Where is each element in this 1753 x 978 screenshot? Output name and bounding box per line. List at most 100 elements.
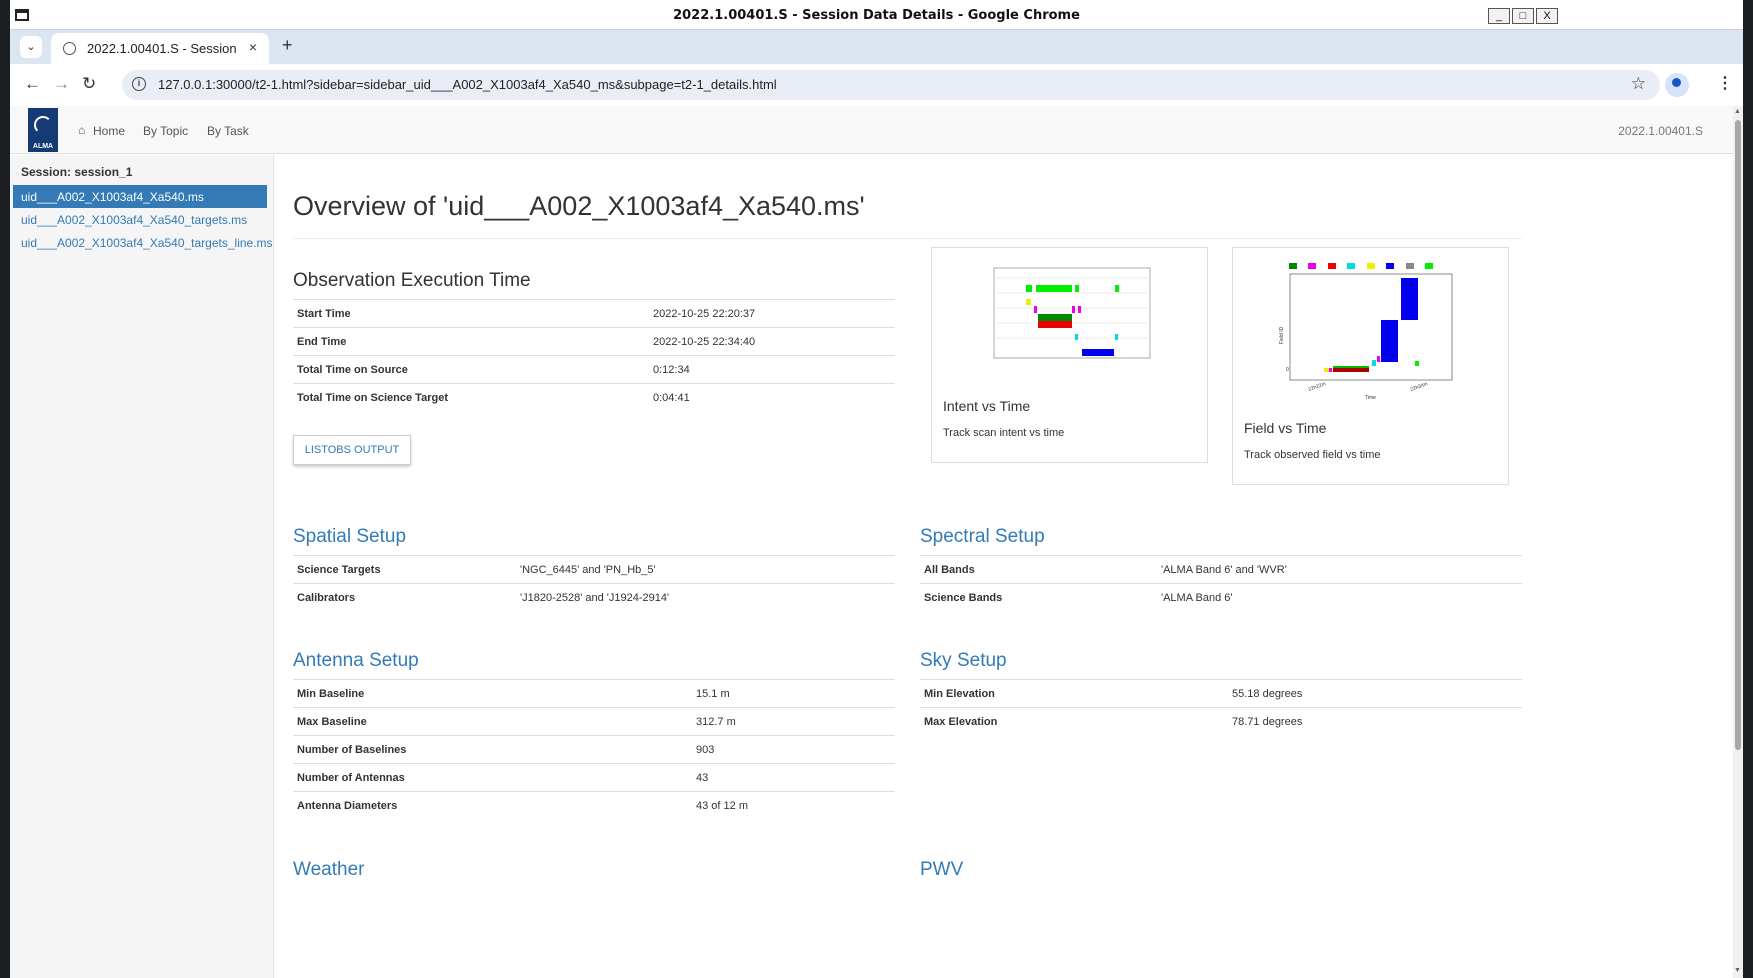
- browser-window: 2022.1.00401.S - Session Data Details - …: [10, 0, 1743, 978]
- scroll-down-icon[interactable]: ▼: [1734, 967, 1741, 974]
- row-value: 2022-10-25 22:34:40: [649, 327, 895, 356]
- title-divider: [293, 238, 1522, 239]
- home-icon: ⌂: [78, 123, 86, 137]
- row-value: 0:12:34: [649, 355, 895, 384]
- browser-toolbar: ← → ↻ i 127.0.0.1:30000/t2-1.html?sideba…: [10, 64, 1743, 106]
- intent-card-description: Track scan intent vs time: [943, 427, 1065, 439]
- top-navbar: ALMA ⌂ Home By Topic By Task 2022.1.0040…: [10, 106, 1733, 154]
- new-tab-button[interactable]: +: [282, 35, 293, 56]
- site-info-icon[interactable]: i: [132, 77, 146, 91]
- row-key: Max Baseline: [293, 707, 692, 736]
- row-value: 0:04:41: [649, 383, 895, 412]
- sidebar-item-targets-ms[interactable]: uid___A002_X1003af4_Xa540_targets.ms: [13, 208, 267, 231]
- antenna-setup-title[interactable]: Antenna Setup: [293, 650, 419, 672]
- page-title: Overview of 'uid___A002_X1003af4_Xa540.m…: [293, 191, 865, 221]
- url-text[interactable]: 127.0.0.1:30000/t2-1.html?sidebar=sideba…: [158, 77, 777, 92]
- field-plot-tick-right: 22h34m: [1410, 381, 1429, 393]
- page-scrollbar[interactable]: ▲ ▼: [1733, 106, 1743, 978]
- row-value: 43 of 12 m: [692, 791, 895, 820]
- field-plot-ylabel: Field ID: [1279, 326, 1285, 344]
- field-plot-tick-left: 22h22m: [1308, 381, 1327, 393]
- browser-tab[interactable]: 2022.1.00401.S - Session ×: [51, 33, 269, 64]
- table-row: Number of Baselines 903: [293, 735, 895, 764]
- address-bar[interactable]: i 127.0.0.1:30000/t2-1.html?sidebar=side…: [122, 70, 1660, 100]
- field-vs-time-plot[interactable]: Field ID 0 Time 22h22m 22h34m: [1233, 248, 1508, 408]
- sidebar-item-ms[interactable]: uid___A002_X1003af4_Xa540.ms: [13, 185, 267, 208]
- project-code: 2022.1.00401.S: [1618, 124, 1703, 138]
- row-key: All Bands: [920, 555, 1157, 584]
- row-value: 312.7 m: [692, 707, 895, 736]
- nav-by-task-link[interactable]: By Task: [207, 124, 249, 138]
- close-tab-icon[interactable]: ×: [249, 39, 257, 55]
- pwv-title[interactable]: PWV: [920, 859, 963, 881]
- row-key: Total Time on Science Target: [293, 383, 649, 412]
- row-value: 15.1 m: [692, 679, 895, 708]
- profile-avatar-button[interactable]: [1665, 73, 1689, 97]
- browser-menu-button[interactable]: ⋮: [1717, 73, 1733, 93]
- table-row: Calibrators 'J1820-2528' and 'J1924-2914': [293, 583, 895, 612]
- logo-arc-icon: [34, 116, 52, 134]
- table-row: Antenna Diameters 43 of 12 m: [293, 791, 895, 820]
- back-button[interactable]: ←: [24, 74, 41, 94]
- nav-home-label: Home: [93, 124, 126, 138]
- table-row: Max Elevation 78.71 degrees: [920, 707, 1522, 736]
- nav-home-link[interactable]: ⌂ Home: [78, 123, 126, 138]
- row-key: Total Time on Source: [293, 355, 649, 384]
- maximize-button[interactable]: □: [1512, 8, 1534, 24]
- table-row: End Time 2022-10-25 22:34:40: [293, 327, 895, 356]
- row-value: 903: [692, 735, 895, 764]
- antenna-setup-table: Min Baseline 15.1 m Max Baseline 312.7 m N…: [293, 679, 895, 820]
- scroll-up-icon[interactable]: ▲: [1734, 108, 1741, 115]
- alma-logo[interactable]: ALMA: [28, 108, 58, 152]
- spatial-setup-table: Science Targets 'NGC_6445' and 'PN_Hb_5' …: [293, 555, 895, 612]
- sky-setup-table: Min Elevation 55.18 degrees Max Elevation…: [920, 679, 1522, 736]
- row-key: Start Time: [293, 299, 649, 328]
- tab-title: 2022.1.00401.S - Session: [87, 41, 237, 56]
- close-window-button[interactable]: X: [1536, 8, 1558, 24]
- table-row: All Bands 'ALMA Band 6' and 'WVR': [920, 555, 1522, 584]
- row-key: Antenna Diameters: [293, 791, 692, 820]
- row-value: 55.18 degrees: [1228, 679, 1522, 708]
- sidebar: Session: session_1 uid___A002_X1003af4_X…: [10, 155, 274, 978]
- spectral-setup-table: All Bands 'ALMA Band 6' and 'WVR' Science…: [920, 555, 1522, 612]
- weather-title[interactable]: Weather: [293, 859, 364, 881]
- field-vs-time-card[interactable]: Field ID 0 Time 22h22m 22h34m Field vs T…: [1232, 247, 1509, 485]
- intent-vs-time-card[interactable]: Intent vs Time Track scan intent vs time: [931, 247, 1208, 463]
- table-row: Total Time on Science Target 0:04:41: [293, 383, 895, 412]
- intent-card-title: Intent vs Time: [943, 398, 1031, 414]
- row-key: Science Bands: [920, 583, 1157, 612]
- listobs-output-button[interactable]: LISTOBS OUTPUT: [293, 435, 411, 465]
- spectral-setup-title[interactable]: Spectral Setup: [920, 526, 1045, 548]
- row-value: 43: [692, 763, 895, 792]
- tab-search-button[interactable]: ⌄: [20, 36, 42, 58]
- row-key: Calibrators: [293, 583, 516, 612]
- reload-button[interactable]: ↻: [82, 74, 96, 94]
- row-value: 2022-10-25 22:20:37: [649, 299, 895, 328]
- field-card-description: Track observed field vs time: [1244, 449, 1381, 461]
- minimize-button[interactable]: _: [1488, 8, 1510, 24]
- table-row: Min Elevation 55.18 degrees: [920, 679, 1522, 708]
- table-row: Science Targets 'NGC_6445' and 'PN_Hb_5': [293, 555, 895, 584]
- sidebar-header: Session: session_1: [21, 165, 133, 179]
- observation-table: Start Time 2022-10-25 22:20:37 End Time 20…: [293, 299, 895, 412]
- row-key: Min Baseline: [293, 679, 692, 708]
- logo-text: ALMA: [32, 143, 54, 150]
- row-value: 'ALMA Band 6' and 'WVR': [1157, 555, 1522, 584]
- row-value: 'ALMA Band 6': [1157, 583, 1522, 612]
- table-row: Start Time 2022-10-25 22:20:37: [293, 299, 895, 328]
- sidebar-item-targets-line-ms[interactable]: uid___A002_X1003af4_Xa540_targets_line.m…: [13, 231, 273, 254]
- intent-vs-time-plot[interactable]: [932, 248, 1207, 378]
- table-row: Min Baseline 15.1 m: [293, 679, 895, 708]
- sky-setup-title[interactable]: Sky Setup: [920, 650, 1007, 672]
- spatial-setup-title[interactable]: Spatial Setup: [293, 526, 406, 548]
- nav-by-topic-link[interactable]: By Topic: [143, 124, 188, 138]
- field-card-title: Field vs Time: [1244, 420, 1327, 436]
- row-key: Max Elevation: [920, 707, 1228, 736]
- row-key: Number of Baselines: [293, 735, 692, 764]
- web-page: ALMA ⌂ Home By Topic By Task 2022.1.0040…: [10, 106, 1733, 978]
- row-value: 'NGC_6445' and 'PN_Hb_5': [516, 555, 895, 584]
- forward-button[interactable]: →: [53, 74, 70, 94]
- scrollbar-thumb[interactable]: [1735, 120, 1741, 750]
- bookmark-star-icon[interactable]: ☆: [1631, 74, 1646, 94]
- row-key: Number of Antennas: [293, 763, 692, 792]
